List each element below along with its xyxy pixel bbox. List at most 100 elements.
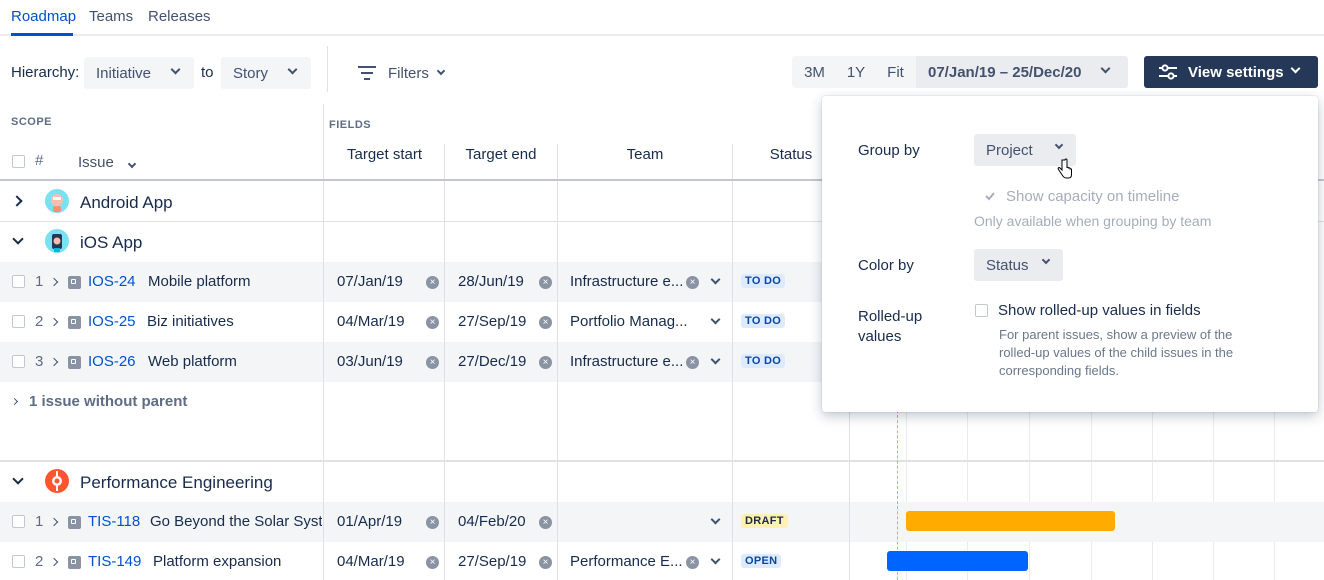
color-by-select[interactable]: Status [974, 249, 1063, 281]
hierarchy-to-value: Story [233, 64, 269, 82]
chevron-down-icon[interactable] [710, 314, 721, 325]
team-value[interactable]: Portfolio Manag... [570, 313, 688, 330]
group-title: iOS App [80, 233, 143, 252]
target-end-value[interactable]: 28/Jun/19 [458, 273, 524, 290]
target-end-value[interactable]: 04/Feb/20 [458, 513, 526, 530]
team-header[interactable]: Team [558, 146, 732, 163]
target-start-value[interactable]: 03/Jun/19 [337, 353, 403, 370]
zoom-1y-button[interactable]: 1Y [837, 56, 875, 88]
date-range-value: 07/Jan/19 – 25/Dec/20 [928, 63, 1082, 81]
hand-cursor-icon [1057, 158, 1072, 179]
target-end-value[interactable]: 27/Sep/19 [458, 553, 526, 570]
expand-issue-button[interactable] [49, 557, 59, 567]
target-start-header[interactable]: Target start [325, 146, 444, 163]
issue-column-header[interactable]: Issue [78, 154, 137, 171]
expand-group-button[interactable] [11, 195, 23, 207]
row-number: 1 [35, 513, 44, 530]
chevron-down-icon [1041, 255, 1051, 265]
rolled-up-label: Rolled-up [858, 308, 923, 325]
row-checkbox[interactable] [12, 315, 25, 328]
filters-button[interactable]: Filters [358, 60, 446, 86]
row-checkbox[interactable] [12, 555, 25, 568]
issue-summary[interactable]: Mobile platform [148, 273, 251, 290]
row-number-header: # [35, 152, 44, 169]
chevron-down-icon [436, 66, 446, 76]
show-capacity-label: Show capacity on timeline [1006, 188, 1180, 205]
hierarchy-from-select[interactable]: Initiative [84, 57, 194, 89]
clear-icon[interactable]: × [686, 556, 699, 569]
tab-teams[interactable]: Teams [89, 8, 133, 25]
row-number: 1 [35, 273, 44, 290]
row-checkbox[interactable] [12, 275, 25, 288]
issue-summary[interactable]: Biz initiatives [147, 313, 234, 330]
active-tab-indicator [11, 33, 73, 36]
tab-roadmap[interactable]: Roadmap [11, 8, 76, 25]
clear-icon[interactable]: × [426, 276, 439, 289]
clear-icon[interactable]: × [426, 516, 439, 529]
hierarchy-to-select[interactable]: Story [221, 57, 311, 89]
rolled-up-checkbox-label[interactable]: Show rolled-up values in fields [998, 302, 1201, 319]
clear-icon[interactable]: × [539, 556, 552, 569]
group-title: Performance Engineering [80, 473, 273, 492]
rolled-up-checkbox[interactable] [975, 304, 988, 317]
date-range-picker[interactable]: 07/Jan/19 – 25/Dec/20 [916, 56, 1128, 88]
zoom-fit-button[interactable]: Fit [875, 56, 916, 88]
view-settings-label: View settings [1188, 63, 1284, 81]
performance-engineering-avatar [45, 469, 69, 493]
clear-icon[interactable]: × [539, 516, 552, 529]
row-checkbox[interactable] [12, 355, 25, 368]
team-value[interactable]: Infrastructure e... [570, 273, 683, 290]
issue-summary[interactable]: Platform expansion [153, 553, 281, 570]
status-badge: TO DO [741, 314, 786, 328]
issue-summary[interactable]: Web platform [148, 353, 237, 370]
target-start-value[interactable]: 07/Jan/19 [337, 273, 403, 290]
issue-column-label: Issue [78, 154, 114, 171]
select-all-checkbox[interactable] [12, 155, 25, 168]
timeline-bar[interactable] [906, 511, 1115, 531]
clear-icon[interactable]: × [539, 356, 552, 369]
chevron-down-icon [1054, 140, 1064, 150]
zoom-3m-button[interactable]: 3M [792, 56, 837, 88]
issue-key-link[interactable]: IOS-25 [88, 313, 136, 330]
view-settings-button[interactable]: View settings [1144, 56, 1318, 88]
expand-issue-button[interactable] [49, 317, 59, 327]
row-checkbox[interactable] [12, 515, 25, 528]
clear-icon[interactable]: × [426, 316, 439, 329]
target-end-value[interactable]: 27/Dec/19 [458, 353, 526, 370]
issue-key-link[interactable]: TIS-149 [88, 553, 141, 570]
group-title: Android App [80, 193, 173, 212]
rolled-up-label-values: values [858, 328, 902, 345]
target-end-header[interactable]: Target end [445, 146, 557, 163]
issue-key-link[interactable]: IOS-26 [88, 353, 136, 370]
clear-icon[interactable]: × [539, 276, 552, 289]
toolbar-divider [327, 46, 328, 92]
target-end-value[interactable]: 27/Sep/19 [458, 313, 526, 330]
column-divider [732, 144, 733, 580]
hierarchy-from-value: Initiative [96, 64, 152, 82]
tab-releases[interactable]: Releases [148, 8, 211, 25]
row-number: 2 [35, 313, 44, 330]
chevron-down-icon[interactable] [710, 554, 721, 565]
issue-summary[interactable]: Go Beyond the Solar Syste [150, 513, 322, 530]
row-number: 3 [35, 353, 44, 370]
collapse-group-button[interactable] [12, 233, 24, 245]
clear-icon[interactable]: × [539, 316, 552, 329]
clear-icon[interactable]: × [686, 276, 699, 289]
clear-icon[interactable]: × [426, 356, 439, 369]
chevron-down-icon [170, 64, 181, 75]
color-by-value: Status [986, 256, 1029, 274]
clear-icon[interactable]: × [426, 556, 439, 569]
issue-key-link[interactable]: TIS-118 [88, 513, 140, 530]
team-value[interactable]: Infrastructure e... [570, 353, 683, 370]
target-start-value[interactable]: 04/Mar/19 [337, 313, 405, 330]
status-badge: DRAFT [741, 514, 788, 528]
collapse-group-button[interactable] [12, 473, 24, 485]
target-start-value[interactable]: 04/Mar/19 [337, 553, 405, 570]
target-start-value[interactable]: 01/Apr/19 [337, 513, 402, 530]
issues-without-parent-link[interactable]: 1 issue without parent [29, 393, 187, 410]
issue-key-link[interactable]: IOS-24 [88, 273, 136, 290]
team-value[interactable]: Performance E... [570, 553, 683, 570]
expand-without-parent-button[interactable] [10, 397, 19, 406]
timeline-bar[interactable] [887, 551, 1028, 571]
clear-icon[interactable]: × [686, 356, 699, 369]
